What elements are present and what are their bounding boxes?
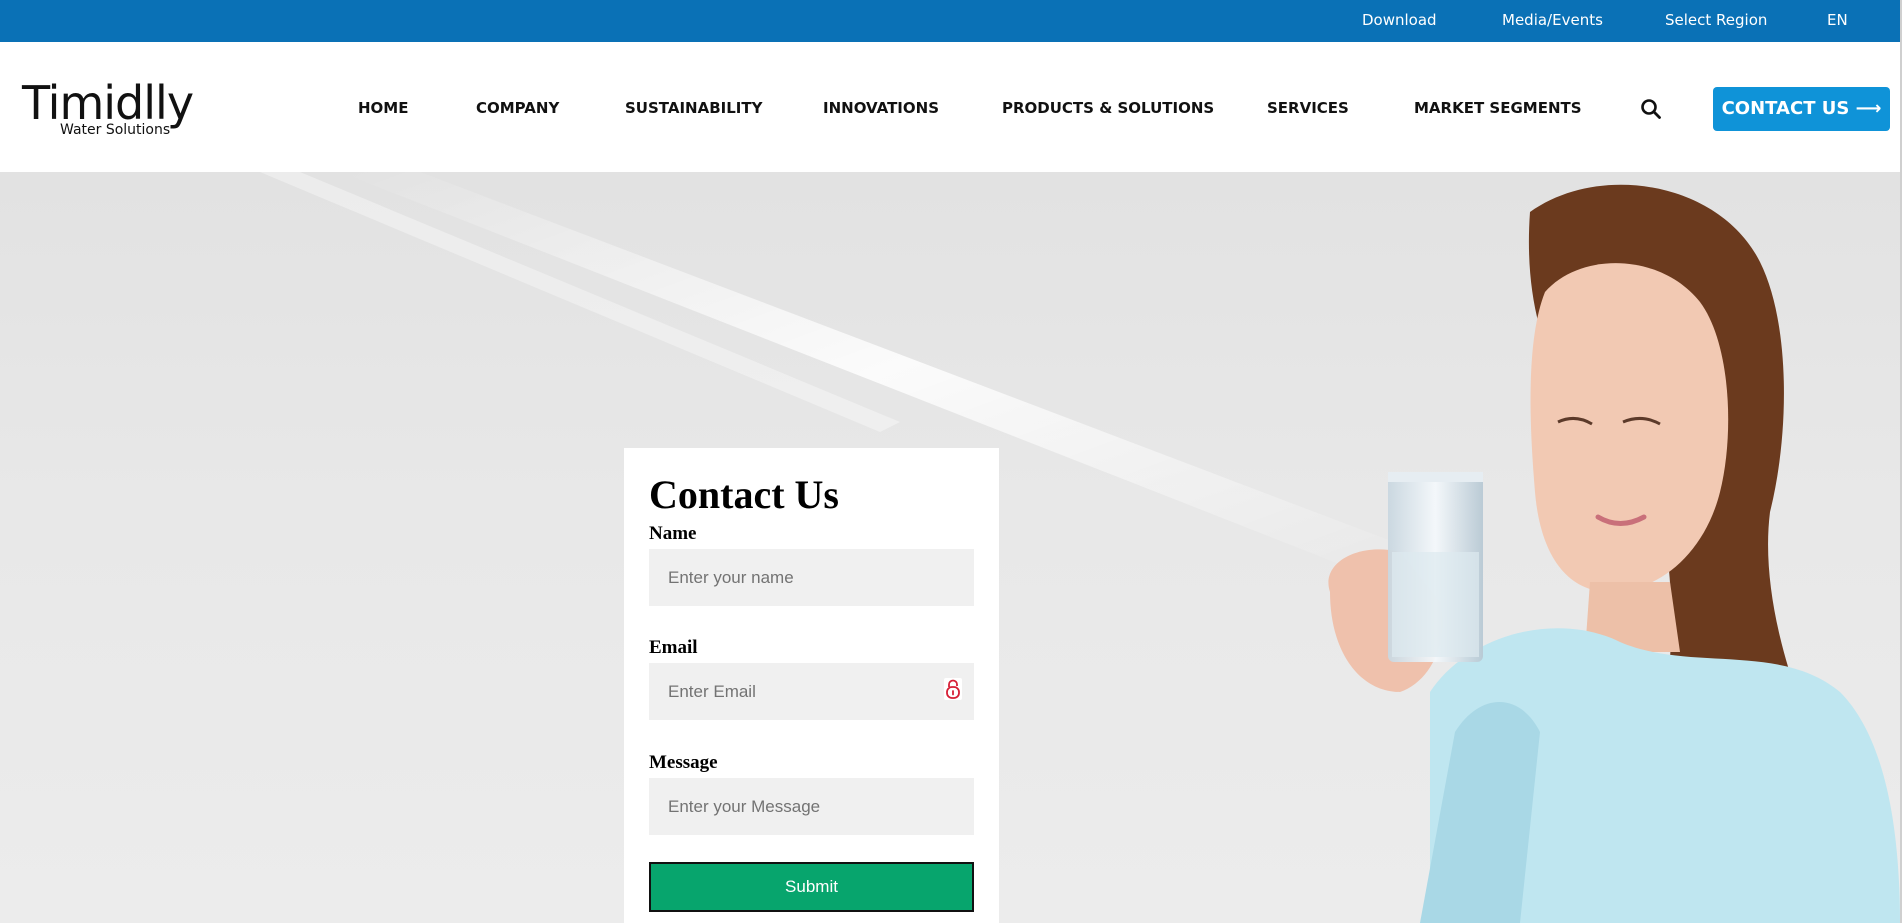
contact-form-card: Contact Us Name Email Message Submit [624,448,999,923]
nav-item-services[interactable]: SERVICES [1267,99,1349,117]
brand-logo[interactable]: Timidlly Water Solutions [22,78,212,138]
nav-item-home[interactable]: HOME [358,99,408,117]
form-title: Contact Us [649,472,839,517]
hero-section: Contact Us Name Email Message Submit [0,172,1900,923]
topbar-link-download[interactable]: Download [1362,11,1437,29]
name-input[interactable] [649,549,974,606]
nav-item-company[interactable]: COMPANY [476,99,559,117]
nav-item-market-segments[interactable]: MARKET SEGMENTS [1414,99,1582,117]
submit-button[interactable]: Submit [649,862,974,912]
email-label: Email [649,637,698,658]
topbar-link-media-events[interactable]: Media/Events [1502,11,1603,29]
nav-item-products-solutions[interactable]: PRODUCTS & SOLUTIONS [1002,99,1214,117]
main-header: Timidlly Water Solutions HOME COMPANY SU… [0,42,1900,172]
message-input[interactable] [649,778,974,835]
search-icon[interactable] [1640,98,1662,120]
nav-item-sustainability[interactable]: SUSTAINABILITY [625,99,762,117]
name-label: Name [649,523,697,544]
brand-tagline: Water Solutions [60,122,171,138]
brand-name: Timidlly [22,76,194,130]
topbar-link-select-region[interactable]: Select Region [1665,11,1767,29]
lock-icon[interactable] [944,678,962,700]
email-input[interactable] [649,663,974,720]
contact-us-button[interactable]: CONTACT US ⟶ [1713,87,1890,131]
topbar-link-language[interactable]: EN [1827,11,1848,29]
message-label: Message [649,752,718,773]
nav-item-innovations[interactable]: INNOVATIONS [823,99,939,117]
top-utility-bar: Download Media/Events Select Region EN [0,0,1900,42]
